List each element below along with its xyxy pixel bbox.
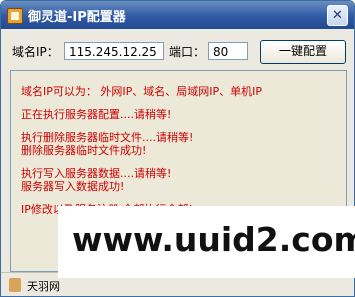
domain-ip-label: 域名IP： — [12, 45, 59, 59]
log-line: 服务器写入数据成功! — [21, 180, 125, 193]
port-label: 端口： — [169, 45, 206, 59]
close-button[interactable]: ✕ — [327, 5, 348, 26]
app-icon — [7, 8, 23, 24]
watermark-text: www.uuid2.com — [72, 220, 355, 259]
title-bar[interactable]: 御灵道-IP配置器 ✕ — [1, 1, 354, 29]
window-title: 御灵道-IP配置器 — [28, 10, 126, 25]
one-click-config-button[interactable]: 一键配置 — [260, 40, 346, 64]
port-input[interactable]: 80 — [208, 42, 248, 60]
status-icon — [9, 278, 21, 292]
domain-ip-input[interactable]: 115.245.12.25 — [64, 42, 164, 60]
log-line: 域名IP可以为： 外网IP、域名、局域网IP、单机IP — [21, 85, 263, 98]
log-line: 正在执行服务器配置....请稍等! — [21, 108, 172, 121]
status-text: 天羽网 — [27, 280, 60, 293]
log-line: 删除服务器临时文件成功! — [21, 144, 147, 157]
watermark-overlay: www.uuid2.com — [58, 206, 355, 278]
